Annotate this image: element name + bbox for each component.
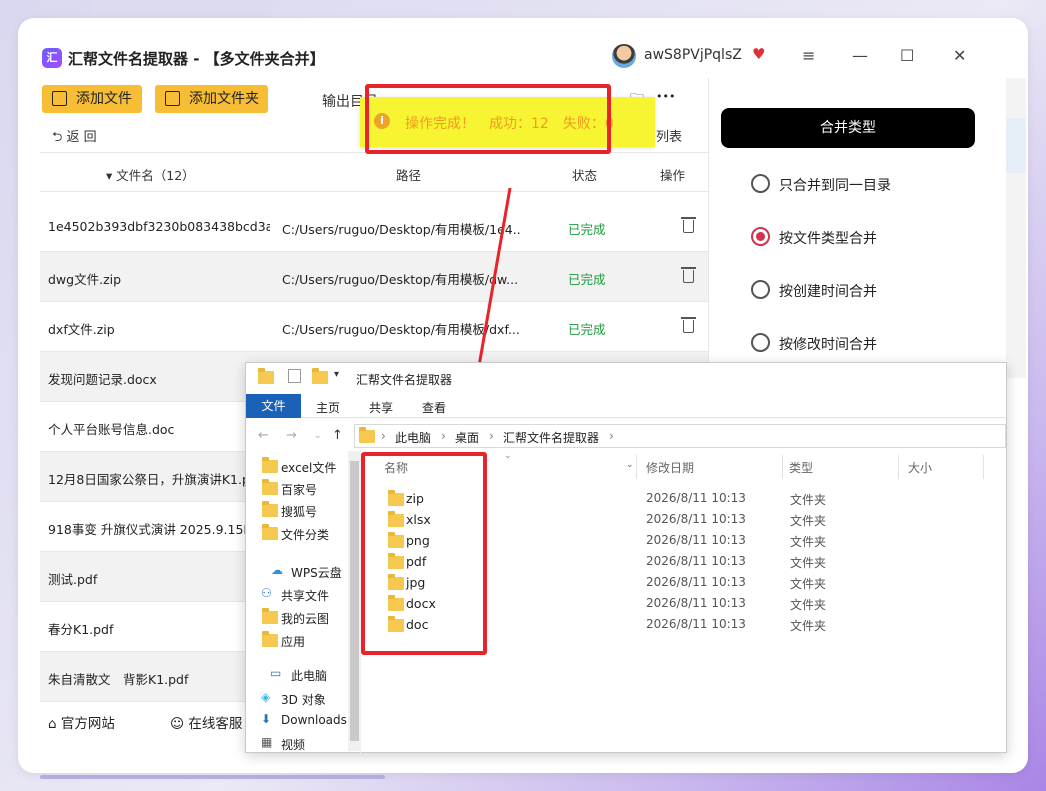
forward-arrow-icon[interactable]: → xyxy=(286,428,297,443)
tab-file[interactable]: 文件 xyxy=(246,394,301,418)
nav-tree-label: 此电脑 xyxy=(291,669,328,683)
nav-tree-label: Downloads xyxy=(281,713,347,727)
properties-icon[interactable] xyxy=(288,369,301,383)
folder-type: 文件夹 xyxy=(790,619,827,633)
nav-tree-label: 应用 xyxy=(281,635,306,649)
nav-tree-label: 视频 xyxy=(281,738,306,752)
column-divider xyxy=(983,455,984,479)
folder-icon xyxy=(262,501,278,517)
tab-share[interactable]: 共享 xyxy=(369,399,393,416)
nav-tree-label: 3D 对象 xyxy=(281,693,326,707)
nav-tree-item[interactable]: ⚇ 共享文件 xyxy=(261,586,330,604)
column-divider xyxy=(898,455,899,479)
nav-tree-item[interactable]: ⬇ Downloads xyxy=(261,712,347,727)
sort-indicator-icon: ⌄ xyxy=(504,451,512,461)
column-divider xyxy=(636,455,637,479)
crumb-this-pc[interactable]: 此电脑 xyxy=(395,429,431,446)
nav-tree-label: 共享文件 xyxy=(281,589,330,603)
nav-tree-item[interactable]: 应用 xyxy=(262,631,306,650)
nav-tree-item[interactable]: ◈ 3D 对象 xyxy=(261,690,326,708)
folder-type: 文件夹 xyxy=(790,493,827,507)
folder-date: 2026/8/11 10:13 xyxy=(646,617,746,631)
nav-tree-item[interactable]: 百家号 xyxy=(262,479,318,498)
crumb-current-folder[interactable]: 汇帮文件名提取器 xyxy=(503,429,599,446)
nav-tree-label: 百家号 xyxy=(281,483,318,497)
folder-date: 2026/8/11 10:13 xyxy=(646,491,746,505)
computer-icon: ▭ xyxy=(270,666,282,680)
tab-home[interactable]: 主页 xyxy=(316,399,340,416)
tab-view[interactable]: 查看 xyxy=(422,399,446,416)
nav-tree-label: WPS云盘 xyxy=(291,566,342,580)
folder-type: 文件夹 xyxy=(790,577,827,591)
folder-date: 2026/8/11 10:13 xyxy=(646,533,746,547)
file-explorer-window: ▾ 汇帮文件名提取器 文件 主页 共享 查看 ← → ⌄ ↑ › 此电脑 › 桌… xyxy=(245,362,1007,753)
navigation-scrollbar[interactable] xyxy=(348,451,361,751)
explorer-title: 汇帮文件名提取器 xyxy=(356,373,453,387)
quick-access-dropdown-icon[interactable]: ▾ xyxy=(334,369,339,380)
address-bar[interactable]: › 此电脑 › 桌面 › 汇帮文件名提取器 › xyxy=(354,424,1006,448)
share-icon: ⚇ xyxy=(261,586,272,600)
navigation-pane: excel文件 百家号搜狐号文件分类 ☁ WPS云盘 ⚇ 共享文件我的云图应用 ▭ 此电脑 ◈ 3… xyxy=(246,451,361,753)
nav-tree-label: 文件分类 xyxy=(281,528,330,542)
nav-tree-item[interactable]: ☁ WPS云盘 xyxy=(271,563,342,581)
folder-date: 2026/8/11 10:13 xyxy=(646,512,746,526)
folder-type: 文件夹 xyxy=(790,514,827,528)
address-folder-icon xyxy=(359,427,375,443)
nav-tree-item[interactable]: 搜狐号 xyxy=(262,501,318,520)
column-type[interactable]: 类型 xyxy=(789,459,813,476)
nav-tree-item[interactable]: ▭ 此电脑 xyxy=(270,666,328,684)
folder-type: 文件夹 xyxy=(790,535,827,549)
explorer-ribbon: 文件 主页 共享 查看 xyxy=(246,394,1006,418)
nav-tree-label: excel文件 xyxy=(281,461,337,475)
new-folder-icon[interactable] xyxy=(312,368,328,384)
crumb-desktop[interactable]: 桌面 xyxy=(455,429,479,446)
column-size[interactable]: 大小 xyxy=(908,459,932,476)
nav-tree-item[interactable]: ▦ 视频 xyxy=(261,735,306,753)
nav-tree-label: 我的云图 xyxy=(281,612,330,626)
nav-tree-item[interactable]: 我的云图 xyxy=(262,608,330,627)
cloud-icon: ☁ xyxy=(271,563,283,577)
folder-date: 2026/8/11 10:13 xyxy=(646,554,746,568)
folder-date: 2026/8/11 10:13 xyxy=(646,596,746,610)
folder-icon xyxy=(262,457,278,473)
folder-icon xyxy=(262,608,278,624)
back-arrow-icon[interactable]: ← xyxy=(258,428,269,443)
column-divider xyxy=(782,455,783,479)
column-dropdown-icon[interactable]: ⌄ xyxy=(626,460,634,470)
3d-object-icon: ◈ xyxy=(261,690,271,704)
folder-date: 2026/8/11 10:13 xyxy=(646,575,746,589)
column-date[interactable]: 修改日期 xyxy=(646,459,694,476)
recent-dropdown-icon[interactable]: ⌄ xyxy=(314,431,322,441)
explorer-navbar: ← → ⌄ ↑ › 此电脑 › 桌面 › 汇帮文件名提取器 › xyxy=(246,423,1006,449)
folder-icon xyxy=(262,479,278,495)
nav-tree-label: 搜狐号 xyxy=(281,505,318,519)
explorer-folder-icon xyxy=(258,368,274,384)
folder-list-annotation-box xyxy=(361,452,487,655)
folder-type: 文件夹 xyxy=(790,556,827,570)
nav-tree-item[interactable]: excel文件 xyxy=(262,457,337,476)
nav-tree-item[interactable]: 文件分类 xyxy=(262,524,330,543)
folder-icon xyxy=(262,631,278,647)
download-icon: ⬇ xyxy=(261,712,272,726)
up-arrow-icon[interactable]: ↑ xyxy=(332,428,343,443)
video-icon: ▦ xyxy=(261,735,273,749)
folder-type: 文件夹 xyxy=(790,598,827,612)
folder-icon xyxy=(262,524,278,540)
